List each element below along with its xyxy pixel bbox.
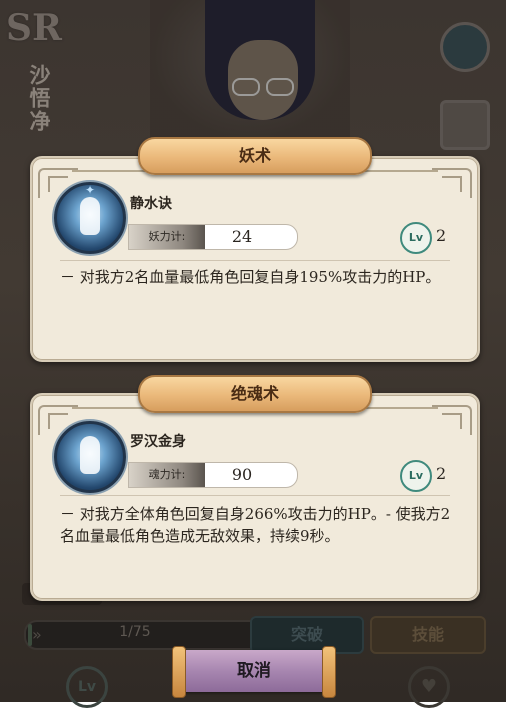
stat-bar: 妖力计: 24 (128, 224, 298, 250)
panel-title: 绝魂术 (138, 375, 372, 413)
skill-name: 静水诀 (130, 196, 172, 212)
scroll-cap-left (172, 646, 186, 698)
corner-ornament (432, 168, 472, 198)
fast-forward-icon: » (32, 625, 42, 644)
progress-text: 1/75 (119, 624, 151, 640)
scroll-cap-right (322, 646, 336, 698)
stat-value: 24 (231, 227, 253, 246)
skill-panel-yaoshu: ✦ 静水诀 妖力计: 24 Lv 2 － 对我方2名血量最低角色回复自身195%… (30, 156, 480, 362)
sparkle-icon: ✦ (85, 183, 96, 197)
breakthrough-button[interactable]: 突破 (250, 616, 364, 654)
panel-title: 妖术 (138, 137, 372, 175)
stat-bar: 魂力计: 90 (128, 462, 298, 488)
meditating-figure-icon: ✦ (54, 182, 126, 254)
divider (60, 495, 450, 496)
cancel-label: 取消 (237, 661, 271, 681)
rank-badge: SR (6, 7, 62, 49)
stat-label: 妖力计: (129, 225, 205, 249)
skill-level: 2 (436, 464, 447, 483)
compass-icon[interactable] (440, 22, 490, 72)
level-icon: Lv (400, 460, 432, 492)
character-name: 沙悟净 (27, 64, 52, 133)
skill-panel-juehunshu: 罗汉金身 魂力计: 90 Lv 2 － 对我方全体角色回复自身266%攻击力的H… (30, 393, 480, 601)
skill-level: 2 (436, 226, 447, 245)
stat-label: 魂力计: (129, 463, 205, 487)
skill-button[interactable]: 技能 (370, 616, 486, 654)
glasses-icon (232, 78, 294, 96)
affairs-icon[interactable] (440, 100, 490, 150)
cancel-button[interactable]: 取消 (172, 646, 336, 698)
skill-description: － 对我方2名血量最低角色回复自身195%攻击力的HP。 (60, 268, 441, 286)
skill-name: 罗汉金身 (130, 434, 186, 450)
divider (60, 260, 450, 261)
skill-description: － 对我方全体角色回复自身266%攻击力的HP。- 使我方2名血量最低角色造成无… (60, 505, 451, 545)
golden-body-figure-icon (54, 421, 126, 493)
corner-ornament (432, 405, 472, 435)
level-icon: Lv (400, 222, 432, 254)
stat-value: 90 (231, 465, 253, 484)
